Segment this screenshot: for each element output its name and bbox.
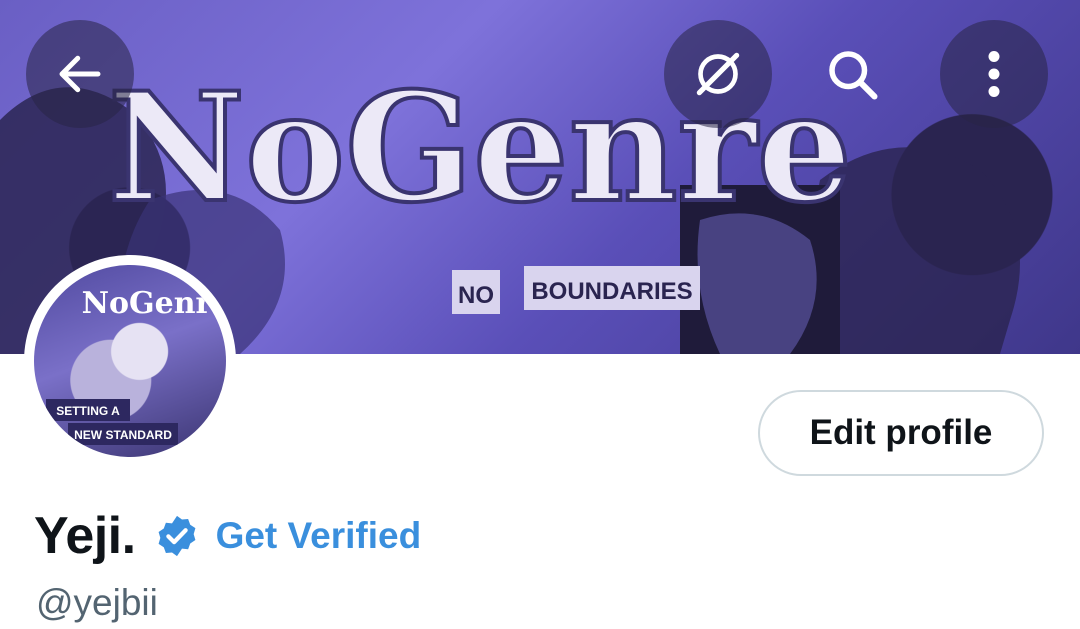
more-button[interactable] [940, 20, 1048, 128]
search-button[interactable] [798, 20, 906, 128]
avatar-container[interactable]: NoGenre SETTING A NEW STANDARD [24, 255, 236, 467]
back-button[interactable] [26, 20, 134, 128]
grok-button[interactable] [664, 20, 772, 128]
arrow-left-icon [59, 55, 101, 93]
display-name: Yeji. [34, 507, 136, 565]
tagline-no: NO [458, 282, 494, 309]
get-verified-link[interactable]: Get Verified [216, 515, 422, 557]
name-row: Yeji. Get Verified [34, 505, 421, 567]
avatar-artwork: NoGenre SETTING A NEW STANDARD [46, 286, 226, 445]
verified-badge-icon[interactable] [154, 513, 200, 559]
search-icon [829, 51, 878, 100]
avatar-caption-line2: NEW STANDARD [74, 428, 172, 442]
grok-icon [696, 52, 740, 96]
avatar-caption-line1: SETTING A [56, 404, 120, 418]
tagline-boundaries: BOUNDARIES [531, 278, 692, 305]
avatar[interactable]: NoGenre SETTING A NEW STANDARD [34, 265, 226, 457]
user-handle: @yejbii [36, 582, 158, 623]
avatar-logo: NoGenre [82, 286, 226, 321]
more-vertical-icon [988, 51, 1000, 97]
edit-profile-button[interactable]: Edit profile [758, 390, 1044, 476]
